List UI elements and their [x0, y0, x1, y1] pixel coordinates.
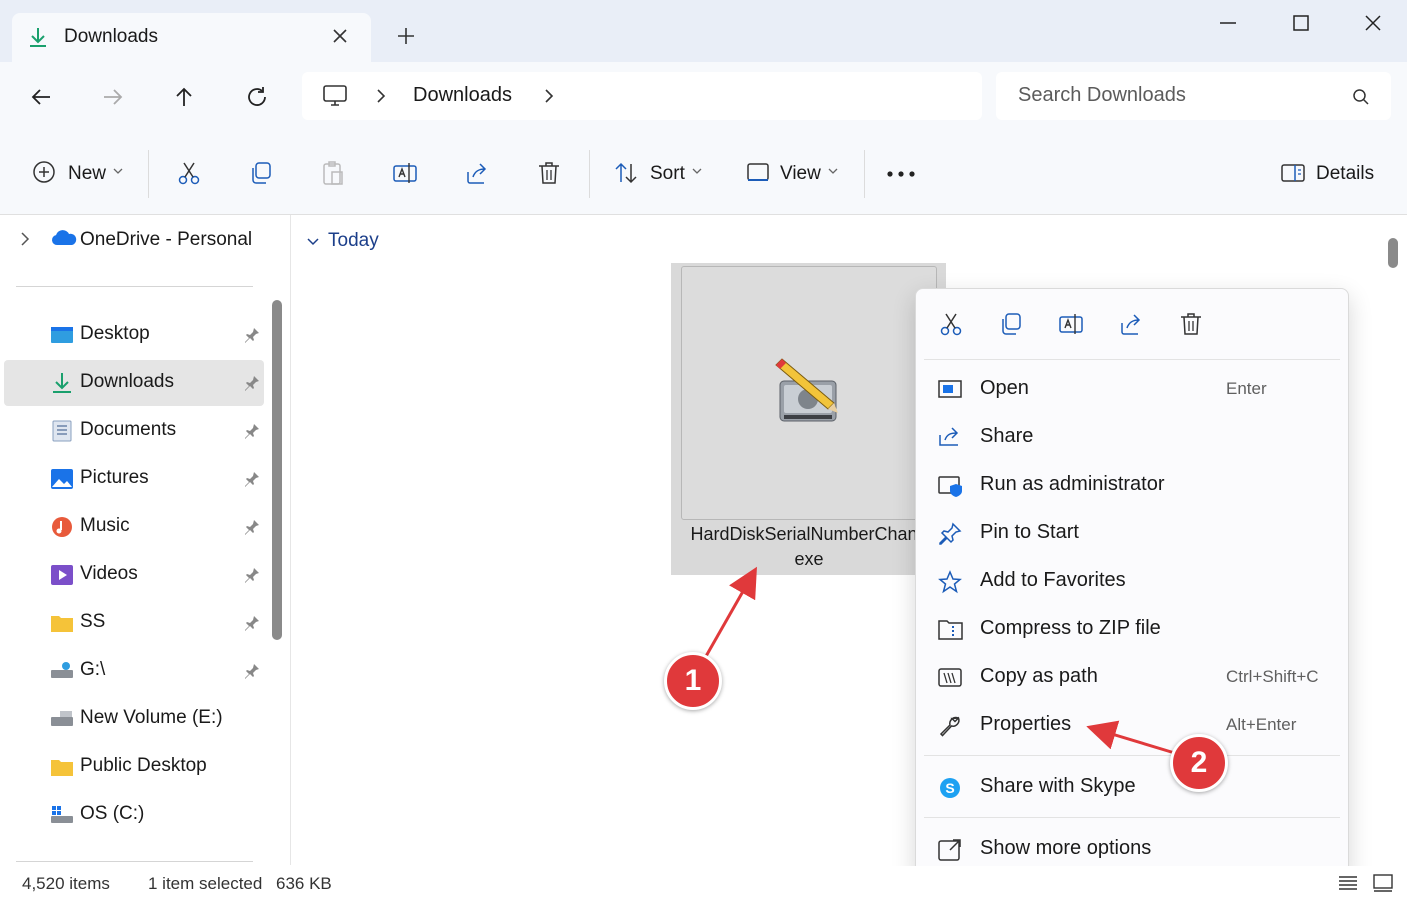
annotation-badge-1: 1 [664, 652, 722, 710]
annotation-badge-2: 2 [1170, 734, 1228, 792]
